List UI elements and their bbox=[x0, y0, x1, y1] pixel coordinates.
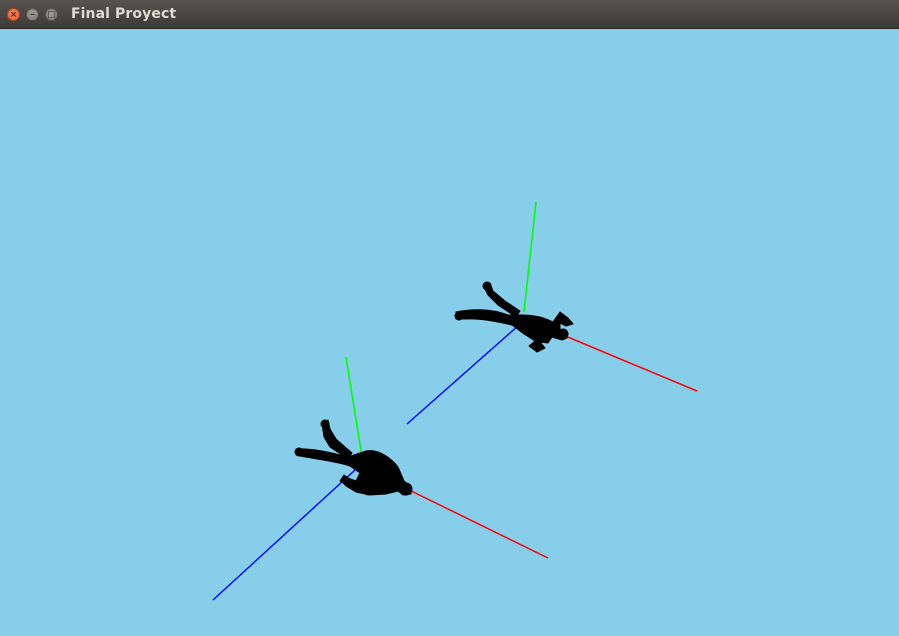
z-axis-line bbox=[406, 324, 520, 425]
app-window: × – □ Final Proyect bbox=[0, 0, 899, 636]
close-icon: × bbox=[9, 10, 18, 20]
minimize-icon: – bbox=[30, 10, 35, 20]
human-silhouette bbox=[454, 281, 574, 353]
figure-lower bbox=[212, 356, 549, 601]
render-viewport[interactable] bbox=[0, 29, 899, 636]
window-title: Final Proyect bbox=[71, 6, 177, 22]
maximize-icon: □ bbox=[47, 10, 56, 20]
z-axis-line bbox=[212, 469, 356, 601]
maximize-button[interactable]: □ bbox=[45, 8, 58, 21]
x-axis-line bbox=[562, 334, 698, 392]
x-axis-line bbox=[400, 485, 549, 559]
scene-canvas bbox=[212, 201, 698, 601]
human-silhouette bbox=[294, 419, 413, 496]
figure-upper bbox=[406, 201, 698, 425]
minimize-button[interactable]: – bbox=[26, 8, 39, 21]
title-bar[interactable]: × – □ Final Proyect bbox=[0, 0, 899, 29]
y-axis-line bbox=[523, 201, 537, 313]
y-axis-line bbox=[345, 356, 363, 458]
close-button[interactable]: × bbox=[7, 8, 20, 21]
